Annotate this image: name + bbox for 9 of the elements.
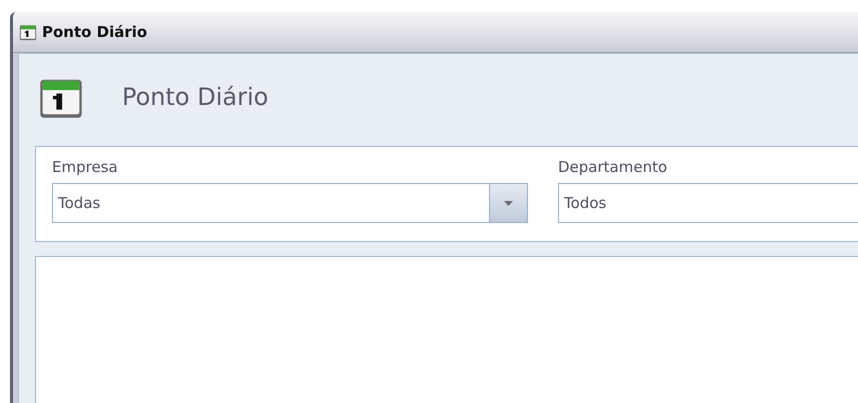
company-dropdown[interactable]: Todas [52,183,528,223]
calendar-icon [19,23,37,41]
dropdown-button[interactable] [489,184,527,222]
window-title: Ponto Diário [42,23,148,41]
caret-icon [504,200,513,206]
field-label: Empresa [52,157,119,178]
field-label: Departamento [558,157,668,178]
page-title: Ponto Diário [122,83,268,111]
input-field[interactable]: Todos [558,183,858,223]
